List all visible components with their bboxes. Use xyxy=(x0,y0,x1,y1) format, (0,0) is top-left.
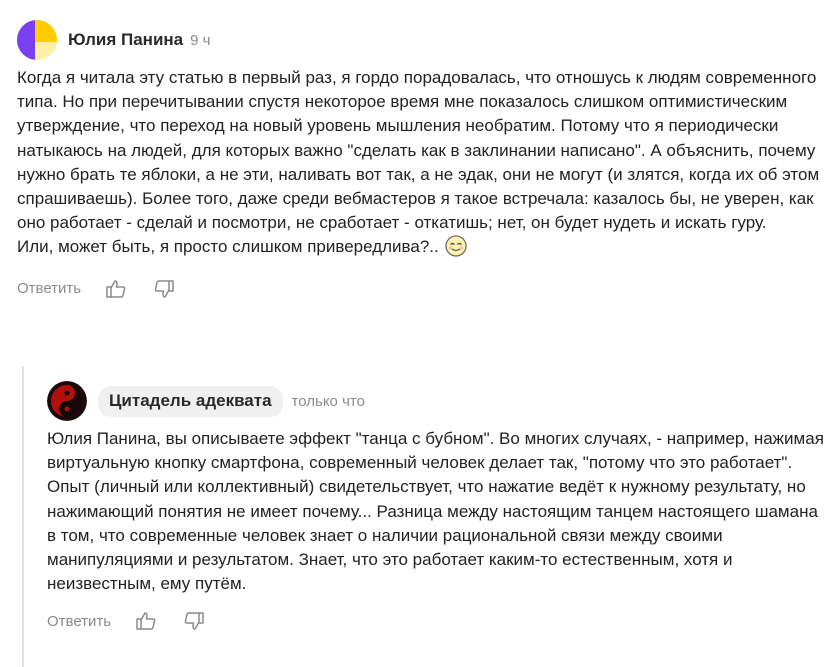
comment-time: 9 ч xyxy=(190,31,211,49)
comment-paragraph: Когда я читала эту статью в первый раз, … xyxy=(17,68,820,233)
reply-button[interactable]: Ответить xyxy=(47,613,111,630)
thread-line xyxy=(22,366,24,667)
comment-author[interactable]: Юлия Панина xyxy=(68,30,183,50)
avatar[interactable] xyxy=(17,20,57,60)
yin-yang-avatar-icon[interactable] xyxy=(47,381,87,421)
comment-actions: Ответить xyxy=(17,277,827,301)
blush-emoji-icon xyxy=(445,235,467,264)
thumbs-down-icon[interactable] xyxy=(183,610,205,632)
comment-header: Цитадель адеквата только что xyxy=(47,380,827,422)
comment-text: Юлия Панина, вы описываете эффект "танца… xyxy=(47,429,824,594)
comment-header: Юлия Панина 9 ч xyxy=(17,18,827,62)
reply-button[interactable]: Ответить xyxy=(17,280,81,297)
author-chip[interactable]: Цитадель адеквата xyxy=(98,385,283,417)
thumbs-up-icon[interactable] xyxy=(135,610,157,632)
comment-time: только что xyxy=(291,392,365,410)
comment-yulia: Юлия Панина 9 ч Когда я читала эту стать… xyxy=(17,18,827,301)
comment-citadel: Цитадель адеквата только что Юлия Панина… xyxy=(47,380,827,633)
comment-paragraph-text: Или, может быть, я просто слишком привер… xyxy=(17,237,439,257)
comment-actions: Ответить xyxy=(47,609,827,633)
comment-paragraph-last: Или, может быть, я просто слишком привер… xyxy=(17,235,827,264)
comment-author[interactable]: Цитадель адеквата xyxy=(109,391,272,410)
thumbs-up-icon[interactable] xyxy=(105,278,127,300)
thumbs-down-icon[interactable] xyxy=(153,278,175,300)
comment-text: Когда я читала эту статью в первый раз, … xyxy=(17,66,827,265)
